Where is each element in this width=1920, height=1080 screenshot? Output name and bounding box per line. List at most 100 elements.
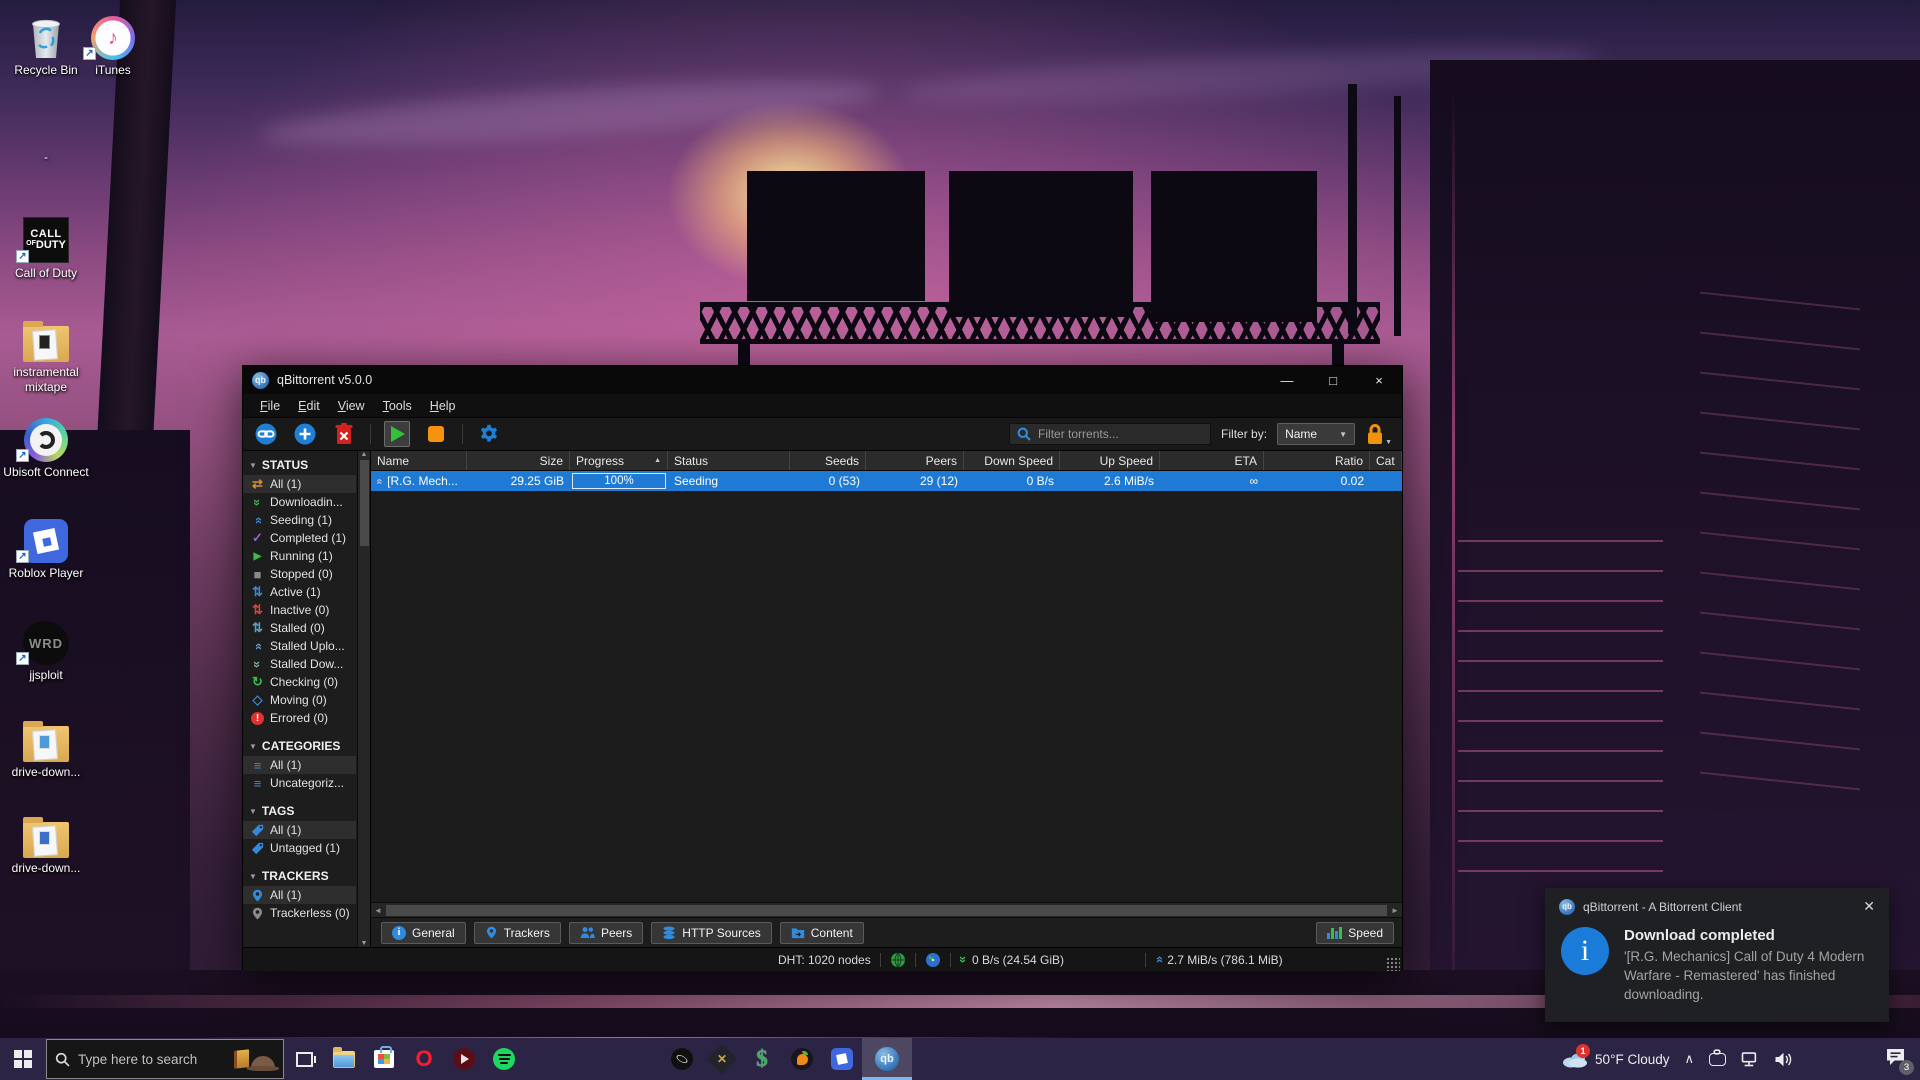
minimize-button[interactable]: — bbox=[1264, 366, 1310, 394]
taskbar-opera[interactable]: O bbox=[404, 1038, 444, 1080]
filter-status-active[interactable]: ⇅Active (1) bbox=[243, 583, 356, 601]
menu-edit[interactable]: Edit bbox=[289, 396, 329, 416]
add-torrent-link-button[interactable] bbox=[253, 421, 279, 447]
column-header-down-speed[interactable]: Down Speed bbox=[964, 451, 1060, 470]
speed-limits-icon[interactable] bbox=[925, 952, 941, 968]
desktop-icon-ubisoft-connect[interactable]: ↗ Ubisoft Connect bbox=[0, 412, 92, 480]
taskbar-media-player[interactable] bbox=[444, 1038, 484, 1080]
filter-status-downloading[interactable]: »Downloadin... bbox=[243, 493, 356, 511]
filter-status-completed[interactable]: ✓Completed (1) bbox=[243, 529, 356, 547]
sidebar-scrollbar[interactable]: ▲ ▼ bbox=[357, 451, 370, 947]
tags-section-header[interactable]: ▼TAGS bbox=[243, 801, 356, 821]
notification-toast[interactable]: qb qBittorrent - A Bittorrent Client ✕ i… bbox=[1545, 888, 1889, 1022]
filter-status-errored[interactable]: !Errored (0) bbox=[243, 709, 356, 727]
desktop-icon-instramental-mixtape[interactable]: instramental mixtape bbox=[0, 312, 92, 395]
scrollbar-thumb[interactable] bbox=[360, 460, 369, 546]
desktop-icon-call-of-duty[interactable]: CALL OFDUTY ↗ Call of Duty bbox=[0, 213, 92, 281]
taskbar-app-atom[interactable] bbox=[662, 1038, 702, 1080]
taskbar-fl-studio[interactable] bbox=[782, 1038, 822, 1080]
delete-torrent-button[interactable] bbox=[331, 421, 357, 447]
taskbar-spotify[interactable] bbox=[484, 1038, 524, 1080]
column-header-name[interactable]: Name bbox=[371, 451, 467, 470]
options-button[interactable] bbox=[476, 421, 502, 447]
filter-status-running[interactable]: ▶Running (1) bbox=[243, 547, 356, 565]
column-header-category[interactable]: Cat bbox=[1370, 451, 1402, 470]
filter-tag-untagged[interactable]: Untagged (1) bbox=[243, 839, 356, 857]
desktop-icon-drive-download-1[interactable]: drive-down... bbox=[0, 712, 92, 780]
filter-by-dropdown[interactable]: Name ▼ bbox=[1277, 423, 1355, 445]
taskbar-app-dollar[interactable]: $ bbox=[742, 1038, 782, 1080]
action-center-button[interactable]: 3 bbox=[1885, 1047, 1906, 1071]
desktop-icon-drive-download-2[interactable]: drive-down... bbox=[0, 808, 92, 876]
lock-button[interactable]: ▼ bbox=[1365, 422, 1392, 446]
task-view-button[interactable] bbox=[284, 1038, 324, 1080]
window-resize-grip[interactable] bbox=[1386, 957, 1400, 971]
taskbar-microsoft-store[interactable] bbox=[364, 1038, 404, 1080]
desktop-icon-roblox-player[interactable]: ↗ Roblox Player bbox=[0, 513, 92, 581]
search-input[interactable] bbox=[1038, 427, 1203, 441]
scrollbar-thumb[interactable] bbox=[386, 905, 1387, 916]
scroll-right-arrow-icon[interactable]: ► bbox=[1388, 906, 1402, 915]
column-header-ratio[interactable]: Ratio bbox=[1264, 451, 1370, 470]
taskbar-search-input[interactable] bbox=[78, 1052, 226, 1067]
close-button[interactable]: × bbox=[1356, 366, 1402, 394]
torrent-search-box[interactable] bbox=[1009, 423, 1211, 445]
taskbar-search-box[interactable] bbox=[46, 1039, 284, 1079]
taskbar-app-diamond[interactable]: ✕ bbox=[702, 1038, 742, 1080]
tray-device-icon[interactable] bbox=[1709, 1053, 1726, 1066]
tab-content[interactable]: Content bbox=[780, 922, 864, 944]
search-highlight-art[interactable] bbox=[234, 1050, 275, 1068]
trackers-section-header[interactable]: ▼TRACKERS bbox=[243, 866, 356, 886]
categories-section-header[interactable]: ▼CATEGORIES bbox=[243, 736, 356, 756]
column-header-peers[interactable]: Peers bbox=[866, 451, 964, 470]
filter-status-stopped[interactable]: ■Stopped (0) bbox=[243, 565, 356, 583]
add-torrent-file-button[interactable] bbox=[292, 421, 318, 447]
filter-status-stalled-uploading[interactable]: »Stalled Uplo... bbox=[243, 637, 356, 655]
desktop-icon-jjsploit[interactable]: WRD ↗ jjsploit bbox=[0, 615, 92, 683]
connection-globe-icon[interactable] bbox=[890, 952, 906, 968]
maximize-button[interactable]: □ bbox=[1310, 366, 1356, 394]
desktop-icon-dash[interactable]: - bbox=[0, 150, 92, 165]
taskbar-file-explorer[interactable] bbox=[324, 1038, 364, 1080]
stop-button[interactable] bbox=[423, 421, 449, 447]
taskbar-roblox[interactable] bbox=[822, 1038, 862, 1080]
filter-status-moving[interactable]: ◇Moving (0) bbox=[243, 691, 356, 709]
menu-tools[interactable]: Tools bbox=[374, 396, 421, 416]
filter-status-checking[interactable]: ↻Checking (0) bbox=[243, 673, 356, 691]
filter-tracker-all[interactable]: All (1) bbox=[243, 886, 356, 904]
column-header-seeds[interactable]: Seeds bbox=[790, 451, 866, 470]
filter-status-stalled[interactable]: ⇅Stalled (0) bbox=[243, 619, 356, 637]
filter-tag-all[interactable]: All (1) bbox=[243, 821, 356, 839]
title-bar[interactable]: qb qBittorrent v5.0.0 — □ × bbox=[243, 366, 1402, 394]
resume-button[interactable] bbox=[384, 421, 410, 447]
horizontal-scrollbar[interactable]: ◄ ► bbox=[371, 902, 1402, 917]
filter-tracker-trackerless[interactable]: Trackerless (0) bbox=[243, 904, 356, 922]
filter-category-all[interactable]: ≡All (1) bbox=[243, 756, 356, 774]
tab-general[interactable]: iGeneral bbox=[381, 922, 466, 944]
column-header-eta[interactable]: ETA bbox=[1160, 451, 1264, 470]
tray-chevron-up-icon[interactable]: ∧ bbox=[1684, 1051, 1694, 1067]
tray-weather-widget[interactable]: 1 50°F Cloudy bbox=[1562, 1050, 1669, 1068]
taskbar-qbittorrent-active[interactable]: qb bbox=[862, 1038, 912, 1080]
filter-status-seeding[interactable]: »Seeding (1) bbox=[243, 511, 356, 529]
column-header-progress[interactable]: Progress▲ bbox=[570, 451, 668, 470]
column-header-up-speed[interactable]: Up Speed bbox=[1060, 451, 1160, 470]
menu-help[interactable]: Help bbox=[421, 396, 465, 416]
menu-view[interactable]: View bbox=[329, 396, 374, 416]
tray-network-icon[interactable] bbox=[1741, 1052, 1759, 1067]
speed-widget-button[interactable]: Speed bbox=[1316, 922, 1394, 944]
filter-category-uncategorized[interactable]: ≡Uncategoriz... bbox=[243, 774, 356, 792]
empty-table-area[interactable] bbox=[371, 491, 1402, 902]
menu-file[interactable]: File bbox=[251, 396, 289, 416]
start-button[interactable] bbox=[0, 1038, 46, 1080]
status-section-header[interactable]: ▼STATUS bbox=[243, 455, 356, 475]
filter-status-stalled-downloading[interactable]: »Stalled Dow... bbox=[243, 655, 356, 673]
desktop-icon-itunes[interactable]: ♪ ↗ iTunes bbox=[67, 10, 159, 78]
torrent-row-selected[interactable]: »[R.G. Mech... 29.25 GiB 100% Seeding 0 … bbox=[371, 471, 1402, 491]
toast-close-button[interactable]: ✕ bbox=[1863, 898, 1875, 915]
tray-volume-icon[interactable] bbox=[1774, 1052, 1793, 1067]
tab-trackers[interactable]: Trackers bbox=[474, 922, 561, 944]
tab-peers[interactable]: Peers bbox=[569, 922, 643, 944]
scroll-up-arrow-icon[interactable]: ▲ bbox=[361, 451, 368, 458]
scroll-down-arrow-icon[interactable]: ▼ bbox=[361, 940, 368, 947]
